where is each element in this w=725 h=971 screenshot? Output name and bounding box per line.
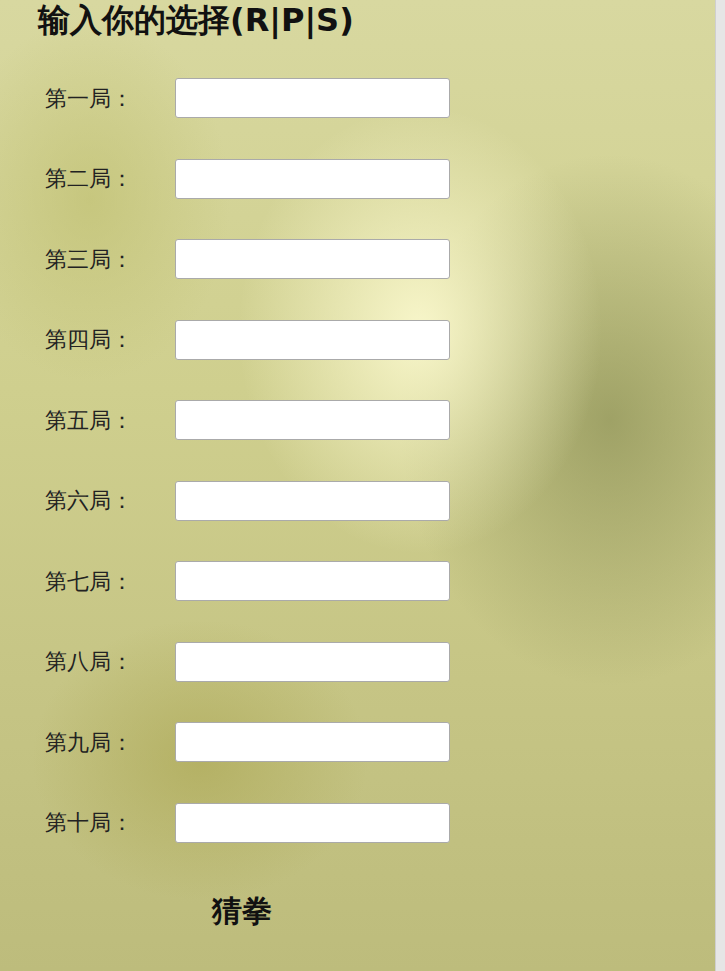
round-label: 第三局： <box>45 243 175 276</box>
round-label: 第九局： <box>45 726 175 759</box>
round-input[interactable] <box>175 239 450 279</box>
round-row: 第二局： <box>38 159 715 199</box>
round-row: 第六局： <box>38 481 715 521</box>
round-label: 第一局： <box>45 82 175 115</box>
form-title: 输入你的选择(R|P|S) <box>38 0 715 78</box>
round-input[interactable] <box>175 642 450 682</box>
button-area: 猜拳 <box>38 891 715 930</box>
round-row: 第九局： <box>38 722 715 762</box>
scrollbar <box>715 0 725 971</box>
round-label: 第五局： <box>45 404 175 437</box>
round-row: 第八局： <box>38 642 715 682</box>
round-label: 第二局： <box>45 162 175 195</box>
round-row: 第三局： <box>38 239 715 279</box>
round-input[interactable] <box>175 159 450 199</box>
round-label: 第七局： <box>45 565 175 598</box>
round-label: 第四局： <box>45 323 175 356</box>
round-input[interactable] <box>175 561 450 601</box>
round-row: 第五局： <box>38 400 715 440</box>
round-input[interactable] <box>175 78 450 118</box>
round-row: 第七局： <box>38 561 715 601</box>
round-input[interactable] <box>175 400 450 440</box>
play-button[interactable]: 猜拳 <box>210 891 274 930</box>
round-label: 第八局： <box>45 645 175 678</box>
rps-form: 输入你的选择(R|P|S) 第一局： 第二局： 第三局： 第四局： 第五局： 第六局： 第七局… <box>0 0 715 930</box>
round-row: 第一局： <box>38 78 715 118</box>
round-label: 第十局： <box>45 806 175 839</box>
round-input[interactable] <box>175 481 450 521</box>
round-input[interactable] <box>175 722 450 762</box>
round-row: 第十局： <box>38 803 715 843</box>
background-picture: 输入你的选择(R|P|S) 第一局： 第二局： 第三局： 第四局： 第五局： 第六局： 第七局… <box>0 0 715 971</box>
round-input[interactable] <box>175 320 450 360</box>
round-input[interactable] <box>175 803 450 843</box>
round-label: 第六局： <box>45 484 175 517</box>
round-row: 第四局： <box>38 320 715 360</box>
